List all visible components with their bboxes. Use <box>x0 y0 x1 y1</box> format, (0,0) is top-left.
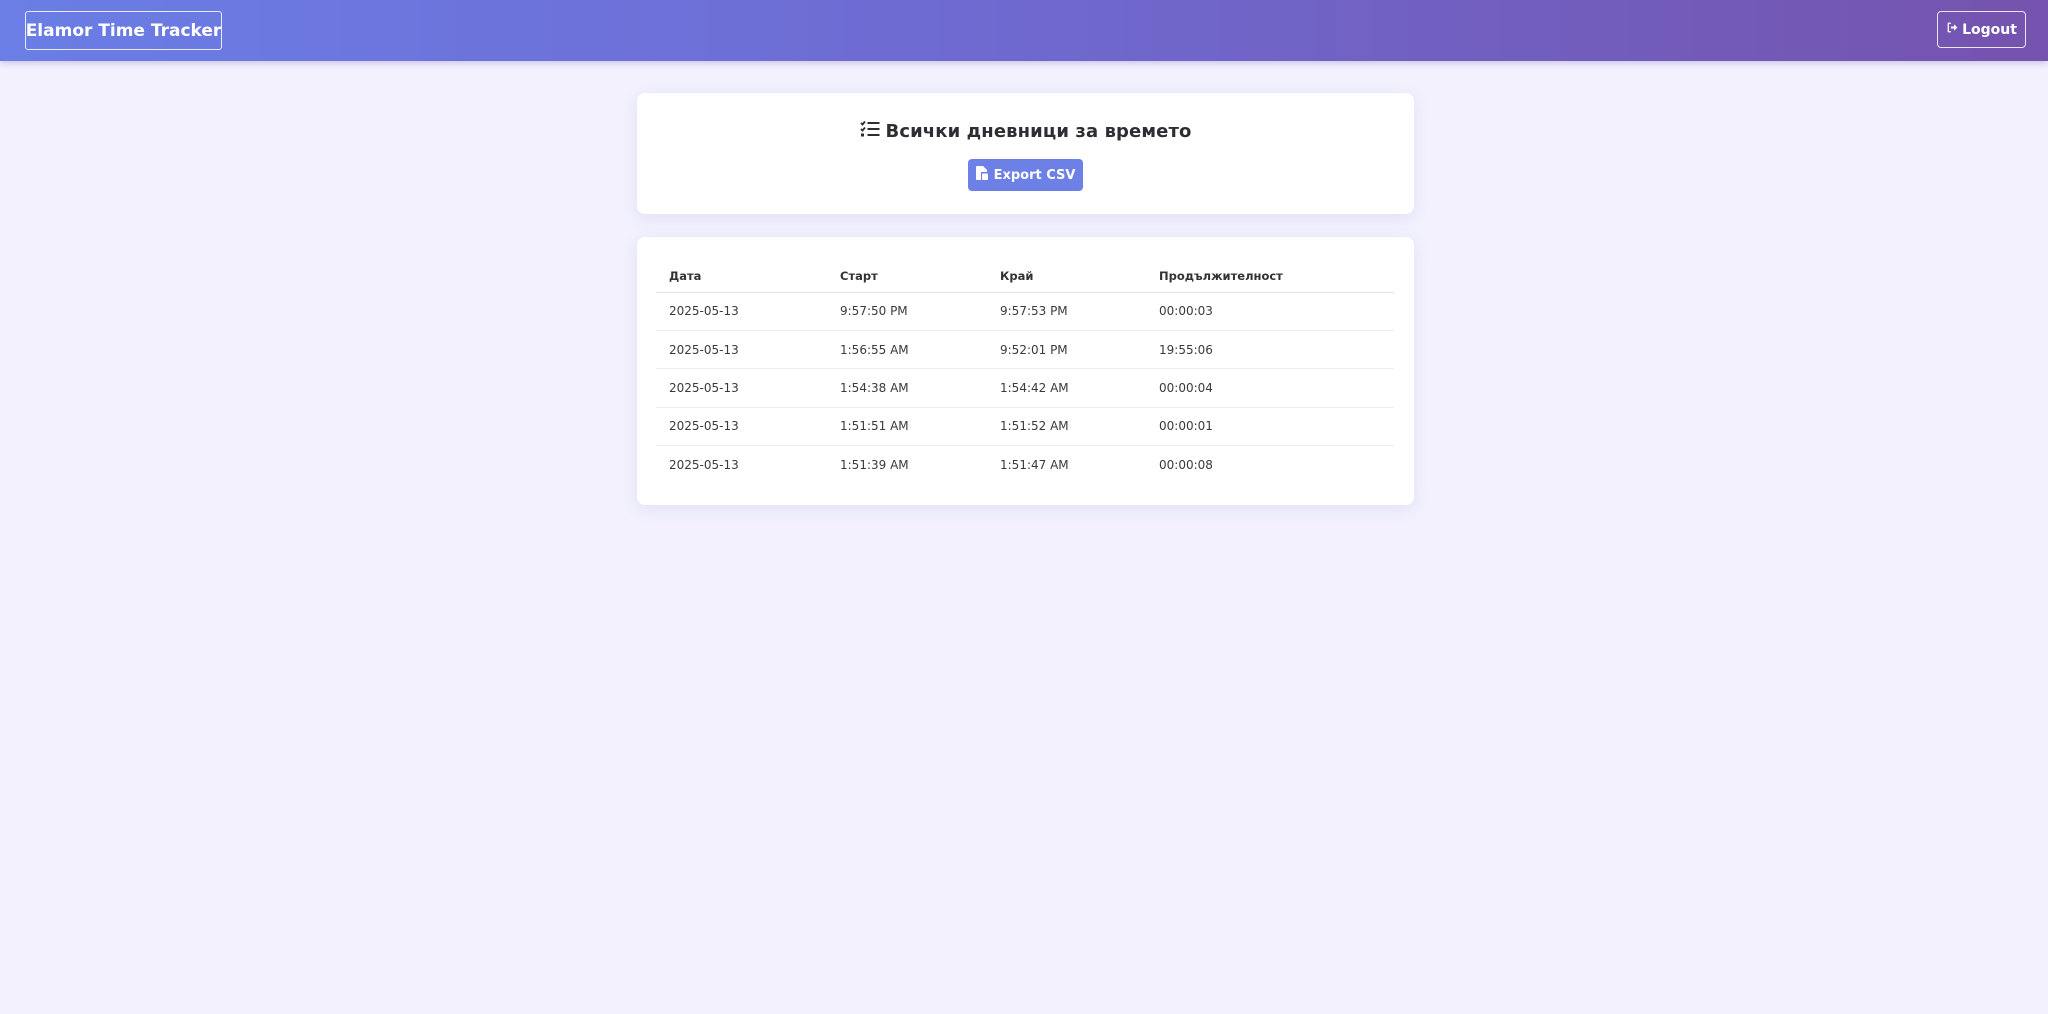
time-logs-card: Дата Старт Край Продължителност 2025-05-… <box>637 237 1414 505</box>
export-csv-button[interactable]: Export CSV <box>968 159 1083 191</box>
export-csv-label: Export CSV <box>993 167 1076 183</box>
cell-date: 2025-05-13 <box>669 458 739 472</box>
cell-end: 1:54:42 AM <box>987 368 1146 408</box>
cell-date: 2025-05-13 <box>656 330 827 370</box>
table-row: 2025-05-13 1:54:38 AM 1:54:42 AM 00:00:0… <box>656 368 1394 408</box>
page-title: Всички дневници за времето <box>637 116 1414 146</box>
column-header-end: Край <box>987 261 1146 293</box>
logout-label: Logout <box>1962 21 2017 38</box>
cell-duration: 00:00:04 <box>1146 368 1394 408</box>
list-check-icon <box>859 120 880 142</box>
cell-duration: 00:00:01 <box>1146 407 1394 447</box>
cell-start: 1:54:38 AM <box>827 368 987 408</box>
column-header-date: Дата <box>656 261 827 293</box>
cell-duration: 00:00:08 <box>1159 458 1213 472</box>
column-header-duration: Продължителност <box>1146 261 1394 293</box>
page-title-text: Всички дневници за времето <box>885 120 1192 142</box>
table-row: 2025-05-13 1:56:55 AM 9:52:01 PM 19:55:0… <box>656 330 1394 370</box>
table-row: 2025-05-13 1:51:39 AM 1:51:47 AM 00:00:0… <box>656 446 1394 484</box>
cell-end: 1:51:47 AM <box>1000 458 1069 472</box>
logout-button[interactable]: Logout <box>1937 11 2026 48</box>
cell-end: 1:51:52 AM <box>987 407 1146 447</box>
cell-date: 2025-05-13 <box>656 368 827 408</box>
top-navbar: Elamor Time Tracker Logout <box>0 0 2048 61</box>
table-header-row: Дата Старт Край Продължителност <box>656 261 1394 293</box>
cell-duration: 19:55:06 <box>1146 330 1394 370</box>
brand-logo[interactable]: Elamor Time Tracker <box>25 11 222 50</box>
table-row: 2025-05-13 1:51:51 AM 1:51:52 AM 00:00:0… <box>656 407 1394 447</box>
cell-end: 9:52:01 PM <box>987 330 1146 370</box>
column-header-start: Старт <box>827 261 987 293</box>
cell-start: 1:56:55 AM <box>827 330 987 370</box>
cell-start: 9:57:50 PM <box>827 292 987 331</box>
header-card: Всички дневници за времето Export CSV <box>637 93 1414 214</box>
cell-start: 1:51:39 AM <box>840 458 909 472</box>
sign-out-icon <box>1946 21 1959 38</box>
cell-date: 2025-05-13 <box>656 292 827 331</box>
cell-end: 9:57:53 PM <box>987 292 1146 331</box>
cell-date: 2025-05-13 <box>656 407 827 447</box>
cell-start: 1:51:51 AM <box>827 407 987 447</box>
table-row: 2025-05-13 9:57:50 PM 9:57:53 PM 00:00:0… <box>656 292 1394 331</box>
file-csv-icon <box>975 166 988 184</box>
cell-duration: 00:00:03 <box>1146 292 1394 331</box>
time-logs-table: Дата Старт Край Продължителност 2025-05-… <box>656 261 1394 484</box>
